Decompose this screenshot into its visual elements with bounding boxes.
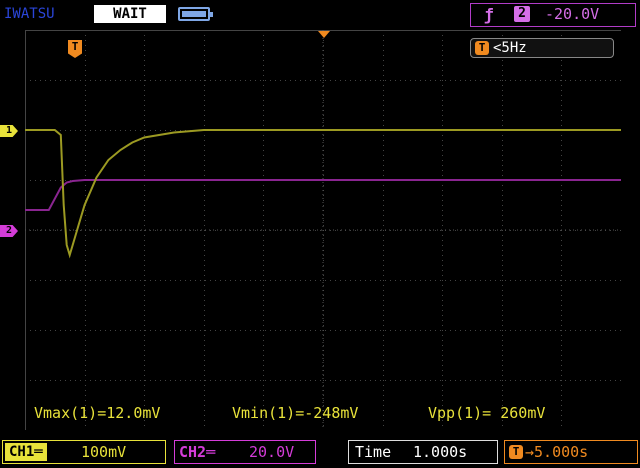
- ch2-scale-button[interactable]: CH2═ 20.0V: [174, 440, 316, 464]
- ch1-waveform: [25, 129, 621, 259]
- trigger-icon: T: [475, 41, 489, 55]
- ch2-ground-marker[interactable]: 2: [0, 225, 18, 237]
- trigger-slope-icon: ƒ: [484, 5, 494, 24]
- trigger-delay-button[interactable]: T →5.000s: [504, 440, 638, 464]
- graticule: [25, 30, 621, 430]
- measurement-vmin: Vmin(1)=-248mV: [232, 404, 359, 422]
- waveform-grid[interactable]: [25, 30, 621, 430]
- timebase-label: Time: [355, 443, 392, 461]
- top-status-bar: IWATSU WAIT ƒ 2 -20.0V: [0, 0, 640, 30]
- acquisition-state-badge[interactable]: WAIT: [94, 5, 166, 23]
- ch2-volts-div: 20.0V: [249, 443, 295, 461]
- ch1-scale-button[interactable]: CH1═ 100mV: [2, 440, 166, 464]
- trigger-frequency-box: T <5Hz: [470, 38, 614, 58]
- measurement-vmax: Vmax(1)=12.0mV: [34, 404, 161, 422]
- trigger-level: -20.0V: [545, 5, 600, 23]
- trigger-delay: →5.000s: [525, 443, 589, 461]
- ch2-coupling-tag: CH2═: [179, 443, 216, 461]
- trigger-source-badge: 2: [514, 6, 530, 22]
- ch1-ground-marker[interactable]: 1: [0, 125, 18, 137]
- trigger-icon: T: [509, 445, 523, 459]
- timebase-value: 1.000s: [413, 443, 468, 461]
- measurement-vpp: Vpp(1)= 260mV: [428, 404, 546, 422]
- brand-logo: IWATSU: [4, 6, 55, 22]
- center-position-icon: [318, 31, 330, 38]
- ch1-coupling-tag: CH1═: [5, 443, 47, 461]
- trigger-frequency: <5Hz: [493, 40, 527, 56]
- timebase-button[interactable]: Time 1.000s: [348, 440, 498, 464]
- battery-icon: [178, 7, 213, 21]
- bottom-status-bar: CH1═ 100mV CH2═ 20.0V Time 1.000s T →5.0…: [0, 438, 640, 468]
- ch1-volts-div: 100mV: [81, 443, 127, 461]
